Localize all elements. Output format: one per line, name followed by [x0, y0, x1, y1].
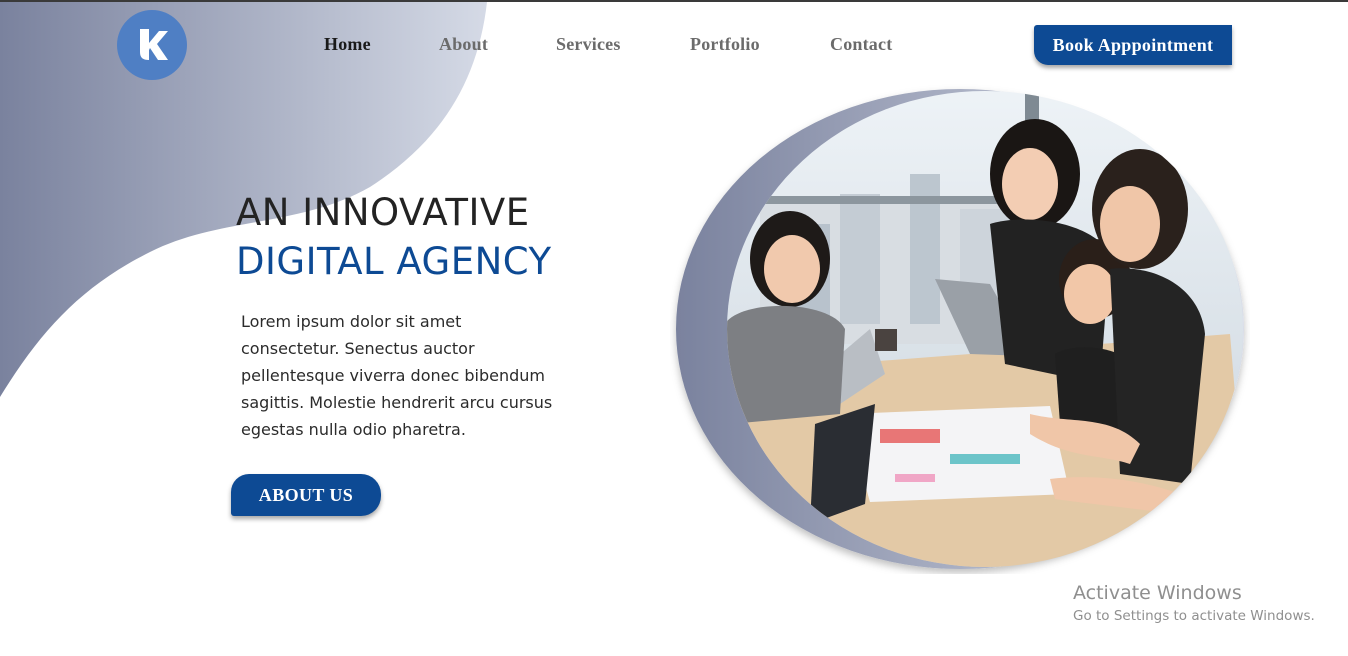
nav-contact-link[interactable]: Contact	[830, 34, 892, 55]
nav-portfolio-link[interactable]: Portfolio	[690, 34, 760, 55]
brand-logo[interactable]	[117, 10, 187, 80]
about-us-button[interactable]: ABOUT US	[231, 474, 381, 516]
windows-activation-watermark: Activate Windows Go to Settings to activ…	[1073, 582, 1315, 625]
book-appointment-button[interactable]: Book Apppointment	[1034, 25, 1232, 65]
nav-home-link[interactable]: Home	[324, 34, 371, 55]
k-logo-icon	[140, 29, 168, 60]
hero-heading: AN INNOVATIVE DIGITAL AGENCY	[236, 190, 552, 285]
watermark-subtitle: Go to Settings to activate Windows.	[1073, 608, 1315, 624]
hero-title-line1: AN INNOVATIVE	[236, 191, 530, 234]
nav-about-link[interactable]: About	[439, 34, 488, 55]
hero-title-line2: DIGITAL AGENCY	[236, 240, 552, 283]
watermark-title: Activate Windows	[1073, 582, 1242, 604]
nav-services-link[interactable]: Services	[556, 34, 621, 55]
hero-description: Lorem ipsum dolor sit amet consectetur. …	[241, 312, 553, 439]
team-meeting-photo	[676, 89, 1244, 569]
